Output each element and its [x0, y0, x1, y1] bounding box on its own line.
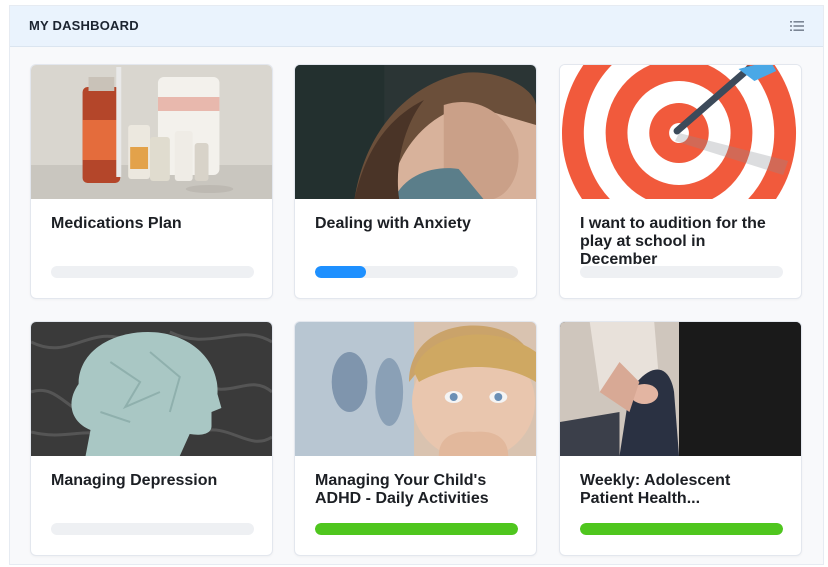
card-title: Dealing with Anxiety	[315, 215, 471, 232]
worried-boy-image	[295, 322, 536, 456]
card-child-adhd[interactable]: Managing Your Child's ADHD - Daily Activ…	[294, 321, 537, 556]
card-medications-plan[interactable]: Medications Plan	[30, 64, 273, 299]
progress-bar	[315, 266, 518, 278]
dashboard-header: MY DASHBOARD	[10, 6, 823, 47]
card-audition-goal[interactable]: I want to audition for the play at schoo…	[559, 64, 802, 299]
card-dealing-with-anxiety[interactable]: Dealing with Anxiety	[294, 64, 537, 299]
medication-bottles-image	[31, 65, 272, 199]
card-title: Managing Your Child's ADHD - Daily Activ…	[315, 472, 489, 507]
card-title: I want to audition for the play at schoo…	[580, 215, 766, 268]
card-title: Managing Depression	[51, 472, 218, 489]
progress-fill	[315, 523, 518, 535]
card-adolescent-health[interactable]: Weekly: Adolescent Patient Health...	[559, 321, 802, 556]
card-managing-depression[interactable]: Managing Depression	[30, 321, 273, 556]
progress-bar	[580, 266, 783, 278]
adolescent-patient-image	[560, 322, 801, 456]
list-menu-icon[interactable]	[790, 20, 804, 32]
progress-bar	[315, 523, 518, 535]
progress-bar	[580, 523, 783, 535]
target-dart-image	[560, 65, 801, 199]
page-title: MY DASHBOARD	[29, 18, 139, 33]
progress-bar	[51, 523, 254, 535]
progress-bar	[51, 266, 254, 278]
progress-fill	[580, 523, 783, 535]
progress-fill	[315, 266, 366, 278]
card-title: Medications Plan	[51, 215, 182, 232]
card-title: Weekly: Adolescent Patient Health...	[580, 472, 731, 507]
crumpled-head-paper-image	[31, 322, 272, 456]
anxious-woman-image	[295, 65, 536, 199]
